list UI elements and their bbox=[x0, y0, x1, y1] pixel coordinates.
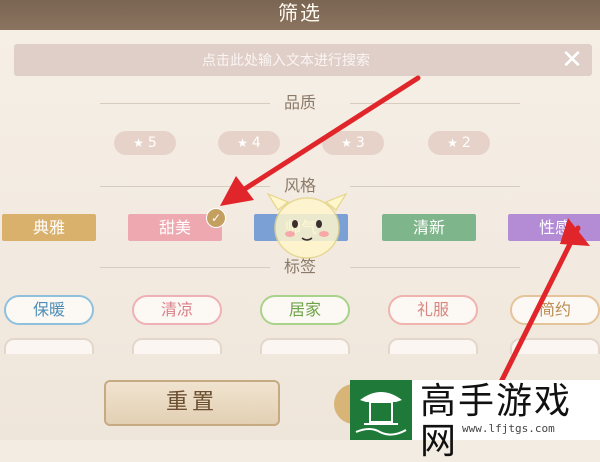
tag-chip-simple[interactable]: 简约 bbox=[510, 295, 600, 325]
style-chip-fresh[interactable]: 清新 bbox=[382, 214, 476, 241]
tag-chip-partial[interactable] bbox=[260, 338, 350, 354]
style-chip-elegant[interactable]: 典雅 bbox=[2, 214, 96, 241]
star-icon: ★ bbox=[341, 136, 352, 150]
tag-chip-partial[interactable] bbox=[510, 338, 600, 354]
star-filter-3[interactable]: ★ 3 bbox=[322, 131, 384, 155]
search-input[interactable] bbox=[14, 44, 558, 78]
quality-section-header: 品质 bbox=[0, 92, 600, 114]
watermark-logo bbox=[350, 380, 412, 440]
style-chip-sexy[interactable]: 性感 bbox=[508, 214, 600, 241]
reset-button[interactable]: 重置 bbox=[104, 380, 280, 426]
divider bbox=[350, 103, 520, 104]
star-icon: ★ bbox=[237, 136, 248, 150]
tag-chip-formal[interactable]: 礼服 bbox=[388, 295, 478, 325]
search-bar: ✕ bbox=[14, 44, 592, 78]
tag-chip-partial[interactable] bbox=[4, 338, 94, 354]
star-icon: ★ bbox=[447, 136, 458, 150]
star-icon: ★ bbox=[133, 136, 144, 150]
tag-chip-cool[interactable]: 清凉 bbox=[132, 295, 222, 325]
star-filter-5[interactable]: ★ 5 bbox=[114, 131, 176, 155]
star-filter-2[interactable]: ★ 2 bbox=[428, 131, 490, 155]
tag-chip-partial[interactable] bbox=[388, 338, 478, 354]
divider bbox=[350, 267, 520, 268]
tag-chip-partial[interactable] bbox=[132, 338, 222, 354]
divider bbox=[350, 186, 520, 187]
close-icon[interactable]: ✕ bbox=[558, 46, 586, 74]
page-title: 筛选 bbox=[278, 1, 322, 25]
star-filter-4[interactable]: ★ 4 bbox=[218, 131, 280, 155]
tag-chip-warm[interactable]: 保暖 bbox=[4, 295, 94, 325]
watermark-url: www.lfjtgs.com bbox=[462, 422, 555, 435]
tag-chip-home[interactable]: 居家 bbox=[260, 295, 350, 325]
watermark: 高手游戏网 www.lfjtgs.com bbox=[350, 380, 600, 462]
pavilion-icon bbox=[355, 392, 407, 436]
check-icon: ✓ bbox=[206, 208, 226, 228]
tags-section-header: 标签 bbox=[0, 256, 600, 278]
